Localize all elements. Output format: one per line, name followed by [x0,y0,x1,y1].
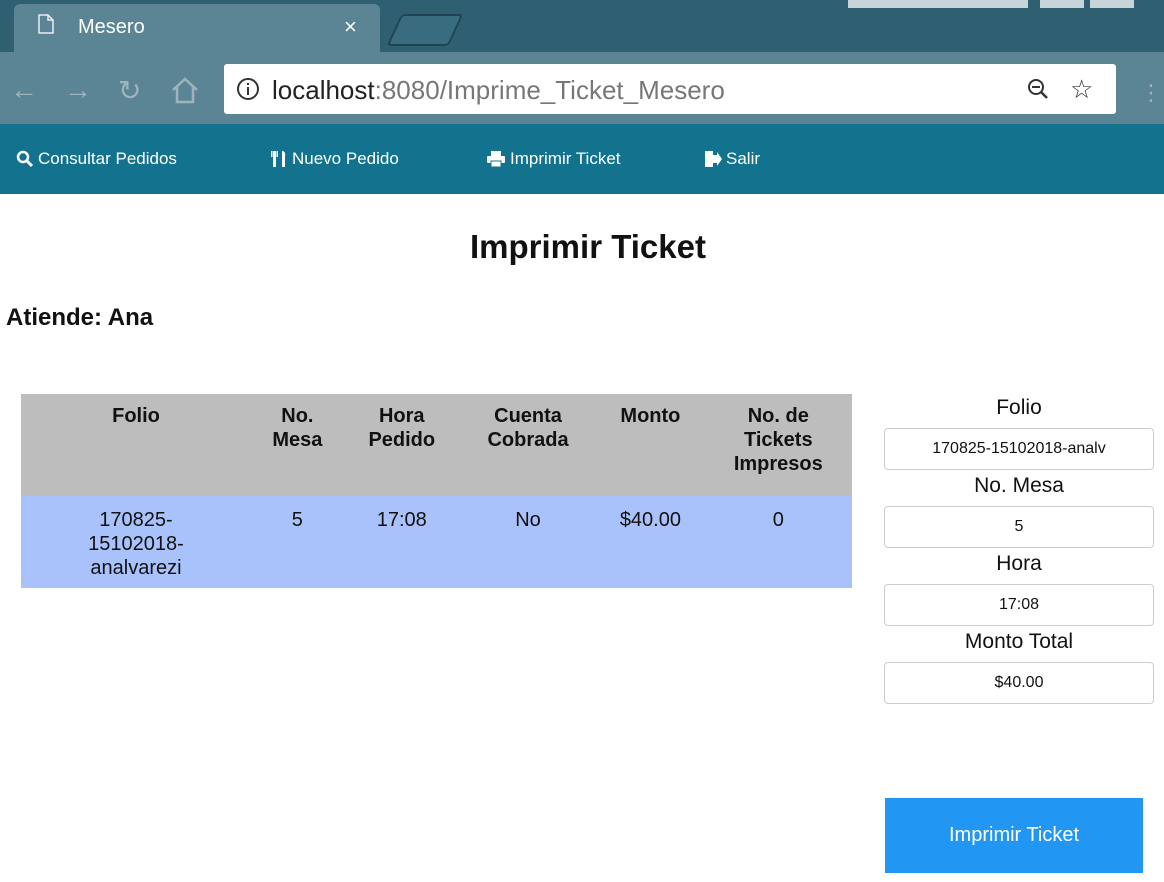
nav-salir[interactable]: Salir [704,149,760,169]
window-control-bar [848,0,1028,8]
back-icon[interactable]: ← [10,74,38,106]
ticket-form: Folio No. Mesa Hora Monto Total [884,396,1154,708]
column-header-monto: Monto [596,394,705,496]
column-header-folio: Folio [21,394,251,496]
home-icon[interactable] [170,76,200,104]
mesa-label: No. Mesa [974,474,1064,497]
nav-label: Nuevo Pedido [292,149,399,168]
nav-nuevo-pedido[interactable]: Nuevo Pedido [270,149,399,169]
nav-label: Salir [726,149,761,168]
monto-field[interactable] [884,662,1154,704]
browser-menu-icon[interactable]: ⋮ [1140,80,1162,106]
cell-tickets: 0 [704,496,852,588]
column-header-mesa: No. Mesa [251,394,344,496]
cell-cobrada: No [459,496,597,588]
print-ticket-button[interactable]: Imprimir Ticket [885,798,1143,873]
logout-icon [705,151,722,167]
hora-label: Hora [996,552,1042,575]
nav-label: Imprimir Ticket [510,149,621,168]
tickets-table: Folio No. Mesa Hora Pedido Cuenta Cobrada M… [21,394,852,588]
browser-tabstrip: Mesero × [0,0,1164,52]
info-icon[interactable] [236,77,260,101]
bookmark-star-icon[interactable]: ☆ [1070,74,1093,105]
close-icon[interactable]: × [344,14,357,40]
column-header-tickets: No. de Tickets Impresos [704,394,852,496]
browser-tab[interactable]: Mesero × [14,4,380,52]
cutlery-icon [271,151,286,167]
cell-mesa: 5 [251,496,344,588]
cell-monto: $40.00 [596,496,705,588]
browser-toolbar: ← → ↻ localhost:8080/Imprime_Ticket_Mese… [0,52,1164,124]
column-header-hora: Hora Pedido [343,394,460,496]
nav-imprimir-ticket[interactable]: Imprimir Ticket [486,149,621,169]
page-title: Imprimir Ticket [470,228,706,265]
url-text: localhost:8080/Imprime_Ticket_Mesero [272,75,725,105]
tab-title: Mesero [78,16,145,38]
forward-icon[interactable]: → [64,74,92,106]
print-icon [487,151,505,168]
nav-label: Consultar Pedidos [38,149,177,168]
table-header-row: Folio No. Mesa Hora Pedido Cuenta Cobrada M… [21,394,852,496]
column-header-cuenta: Cuenta Cobrada [459,394,597,496]
folio-label: Folio [996,396,1042,419]
mesa-field[interactable] [884,506,1154,548]
window-control-bar [1090,0,1134,8]
table-row[interactable]: 170825- 15102018- analvarezi 5 17:08 No $4… [21,496,852,588]
attendee-label: Atiende: Ana [6,304,154,331]
hora-field[interactable] [884,584,1154,626]
reload-icon[interactable]: ↻ [118,74,141,107]
app-navbar: Consultar Pedidos Nuevo Pedido Imprimir … [0,124,1164,194]
new-tab-button[interactable] [386,14,464,46]
monto-label: Monto Total [964,630,1074,653]
window-control-bar [1040,0,1084,8]
zoom-out-icon[interactable] [1026,77,1050,101]
nav-consultar-pedidos[interactable]: Consultar Pedidos [16,149,177,169]
search-icon [16,150,34,168]
cell-folio: 170825- 15102018- analvarezi [21,496,251,588]
document-icon [38,14,54,34]
folio-field[interactable] [884,428,1154,470]
cell-hora: 17:08 [343,496,460,588]
address-bar[interactable]: localhost:8080/Imprime_Ticket_Mesero ☆ [224,64,1116,114]
